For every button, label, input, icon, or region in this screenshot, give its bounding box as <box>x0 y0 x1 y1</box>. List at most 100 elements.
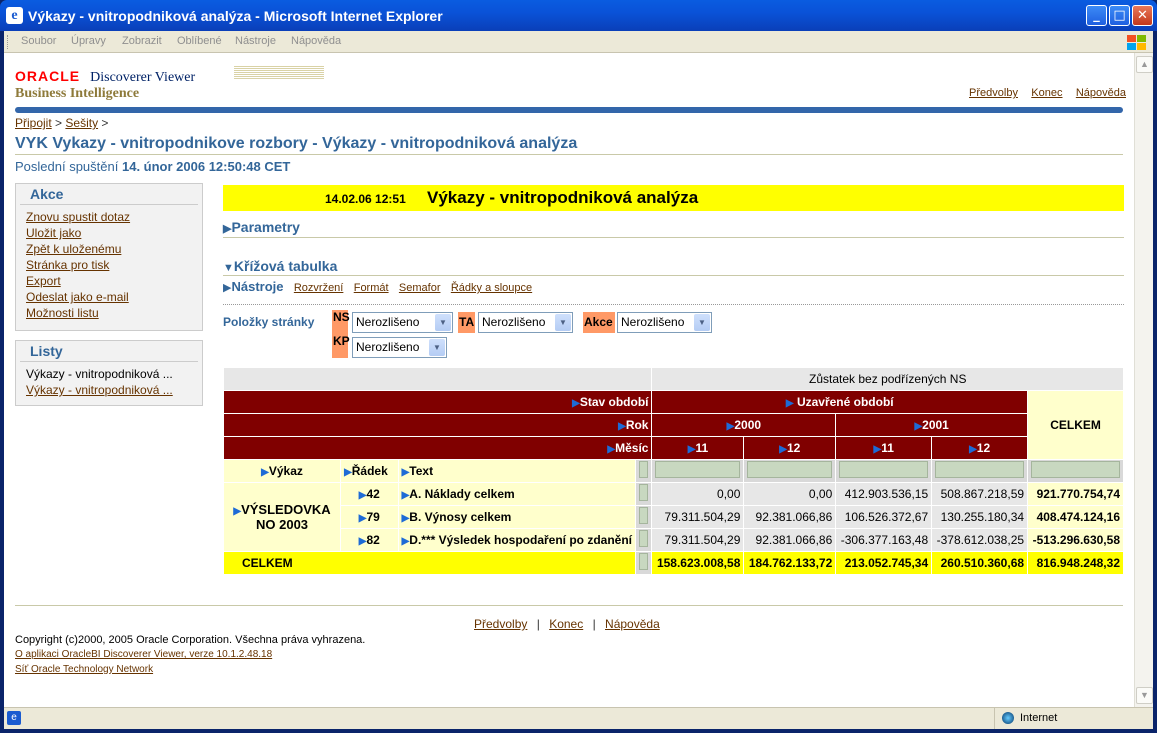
text-header[interactable]: ▶Text <box>397 459 637 483</box>
radek-header[interactable]: ▶Řádek <box>340 459 399 483</box>
table-row-text[interactable]: ▶B. Výnosy celkem <box>397 505 637 529</box>
year-2000[interactable]: ▶2000 <box>651 413 837 437</box>
params-section[interactable]: ▶Parametry <box>223 219 300 235</box>
total-cell: 184.762.133,72 <box>743 551 837 575</box>
measure-header: Zůstatek bez podřízených NS <box>651 367 1124 391</box>
table-row-num[interactable]: ▶79 <box>340 505 399 529</box>
chevron-down-icon: ▼ <box>435 314 451 331</box>
celkem-col-header: CELKEM <box>1027 390 1124 460</box>
toolbar-grip <box>7 35 10 49</box>
table-row-text[interactable]: ▶D.*** Výsledek hospodaření po zdanění <box>397 528 637 552</box>
select-akce[interactable]: Nerozlišeno ▼ <box>617 312 712 333</box>
month-col[interactable]: ▶11 <box>835 436 933 460</box>
total-cell: 260.510.360,68 <box>931 551 1029 575</box>
month-col[interactable]: ▶12 <box>931 436 1029 460</box>
breadcrumb-workbooks[interactable]: Sešity <box>65 116 98 130</box>
select-ta[interactable]: Nerozlišeno ▼ <box>478 312 573 333</box>
chevron-down-icon: ▼ <box>555 314 571 331</box>
menu-bar: Soubor Úpravy Zobrazit Oblíbené Nástroje… <box>4 31 1153 53</box>
menu-nastroje[interactable]: Nástroje <box>235 35 276 47</box>
year-2001[interactable]: ▶2001 <box>835 413 1029 437</box>
action-export[interactable]: Export <box>26 274 61 288</box>
maximize-button[interactable]: □ <box>1109 5 1130 26</box>
crosstab-section[interactable]: ▼Křížová tabulka <box>223 258 337 274</box>
menu-oblibene[interactable]: Oblíbené <box>177 35 222 47</box>
title-bar: e Výkazy - vnitropodniková analýza - Mic… <box>0 0 1157 31</box>
scroll-up-icon[interactable]: ▲ <box>1136 56 1153 73</box>
menu-zobrazit[interactable]: Zobrazit <box>122 35 162 47</box>
tool-layout[interactable]: Rozvržení <box>294 282 344 294</box>
otn-link[interactable]: Síť Oracle Technology Network <box>15 664 153 675</box>
table-cell: 0,00 <box>651 482 745 506</box>
report-title: Výkazy - vnitropodniková analýza <box>427 188 699 207</box>
stav-label[interactable]: ▶Stav období <box>222 390 653 414</box>
minimize-button[interactable]: _ <box>1086 5 1107 26</box>
select-ns[interactable]: Nerozlišeno ▼ <box>352 312 453 333</box>
action-print[interactable]: Stránka pro tisk <box>26 258 109 272</box>
column-picker[interactable] <box>839 461 929 478</box>
menu-soubor[interactable]: Soubor <box>21 35 56 47</box>
action-save-as[interactable]: Uložit jako <box>26 226 81 240</box>
tool-format[interactable]: Formát <box>354 282 389 294</box>
top-link-help[interactable]: Nápověda <box>1076 87 1126 99</box>
top-link-prefs[interactable]: Předvolby <box>969 87 1018 99</box>
menu-napoveda[interactable]: Nápověda <box>291 35 341 47</box>
grand-total-cell: 816.948.248,32 <box>1027 551 1124 575</box>
column-picker[interactable] <box>639 461 649 478</box>
vertical-scrollbar[interactable]: ▲ ▼ <box>1134 53 1153 707</box>
group-label[interactable]: ▶VÝSLEDOVKA NO 2003 <box>222 482 342 552</box>
total-cell: 213.052.745,34 <box>835 551 933 575</box>
table-row-text[interactable]: ▶A. Náklady celkem <box>397 482 637 506</box>
table-cell: 92.381.066,86 <box>743 505 837 529</box>
month-col[interactable]: ▶12 <box>743 436 837 460</box>
status-bar: e Internet <box>4 707 1153 729</box>
action-sheet-options[interactable]: Možnosti listu <box>26 306 99 320</box>
sheet-item-link[interactable]: Výkazy - vnitropodniková ... <box>26 383 173 397</box>
action-revert[interactable]: Zpět k uloženému <box>26 242 121 256</box>
actions-panel: Akce Znovu spustit dotaz Uložit jako Zpě… <box>15 183 203 331</box>
table-cell-total: -513.296.630,58 <box>1027 528 1124 552</box>
month-col[interactable]: ▶11 <box>651 436 745 460</box>
table-cell: 130.255.180,34 <box>931 505 1029 529</box>
row-picker[interactable] <box>639 530 649 547</box>
row-picker[interactable] <box>639 484 649 501</box>
row-picker[interactable] <box>639 553 649 570</box>
tool-rows-cols[interactable]: Řádky a sloupce <box>451 282 532 294</box>
top-link-end[interactable]: Konec <box>1031 87 1062 99</box>
footer-link-prefs[interactable]: Předvolby <box>474 617 527 631</box>
column-picker[interactable] <box>935 461 1025 478</box>
row-picker[interactable] <box>639 507 649 524</box>
tools-label[interactable]: Nástroje <box>231 279 283 294</box>
menu-upravy[interactable]: Úpravy <box>71 35 106 47</box>
about-link[interactable]: O aplikaci OracleBI Discoverer Viewer, v… <box>15 649 272 660</box>
globe-icon <box>1002 712 1014 724</box>
page-content: ORACLE Discoverer Viewer Business Intelli… <box>4 53 1134 707</box>
select-kp[interactable]: Nerozlišeno ▼ <box>352 337 447 358</box>
column-picker[interactable] <box>1031 461 1120 478</box>
windows-flag-icon <box>1121 32 1147 52</box>
table-row-num[interactable]: ▶82 <box>340 528 399 552</box>
total-row-label: CELKEM <box>222 551 637 575</box>
mesic-label[interactable]: ▶Měsíc <box>222 436 653 460</box>
column-picker[interactable] <box>655 461 741 478</box>
column-picker[interactable] <box>747 461 833 478</box>
stav-value[interactable]: ▶ Uzavřené období <box>651 390 1029 414</box>
scroll-down-icon[interactable]: ▼ <box>1136 687 1153 704</box>
rok-label[interactable]: ▶Rok <box>222 413 653 437</box>
chevron-down-icon: ▼ <box>429 339 445 356</box>
footer-link-end[interactable]: Konec <box>549 617 583 631</box>
action-rerun[interactable]: Znovu spustit dotaz <box>26 210 130 224</box>
header-divider <box>15 107 1123 113</box>
ie-logo-icon: e <box>6 7 23 24</box>
table-row-num[interactable]: ▶42 <box>340 482 399 506</box>
page-icon: e <box>7 711 21 725</box>
table-cell: 0,00 <box>743 482 837 506</box>
action-email[interactable]: Odeslat jako e-mail <box>26 290 129 304</box>
vykaz-header[interactable]: ▶Výkaz <box>222 459 342 483</box>
breadcrumb-connect[interactable]: Připojit <box>15 116 52 130</box>
page-items-label: Položky stránky <box>223 315 315 329</box>
tool-semafor[interactable]: Semafor <box>399 282 441 294</box>
oracle-logo: ORACLE Discoverer Viewer Business Intelli… <box>15 68 196 101</box>
footer-link-help[interactable]: Nápověda <box>605 617 660 631</box>
close-button[interactable]: ✕ <box>1132 5 1153 26</box>
